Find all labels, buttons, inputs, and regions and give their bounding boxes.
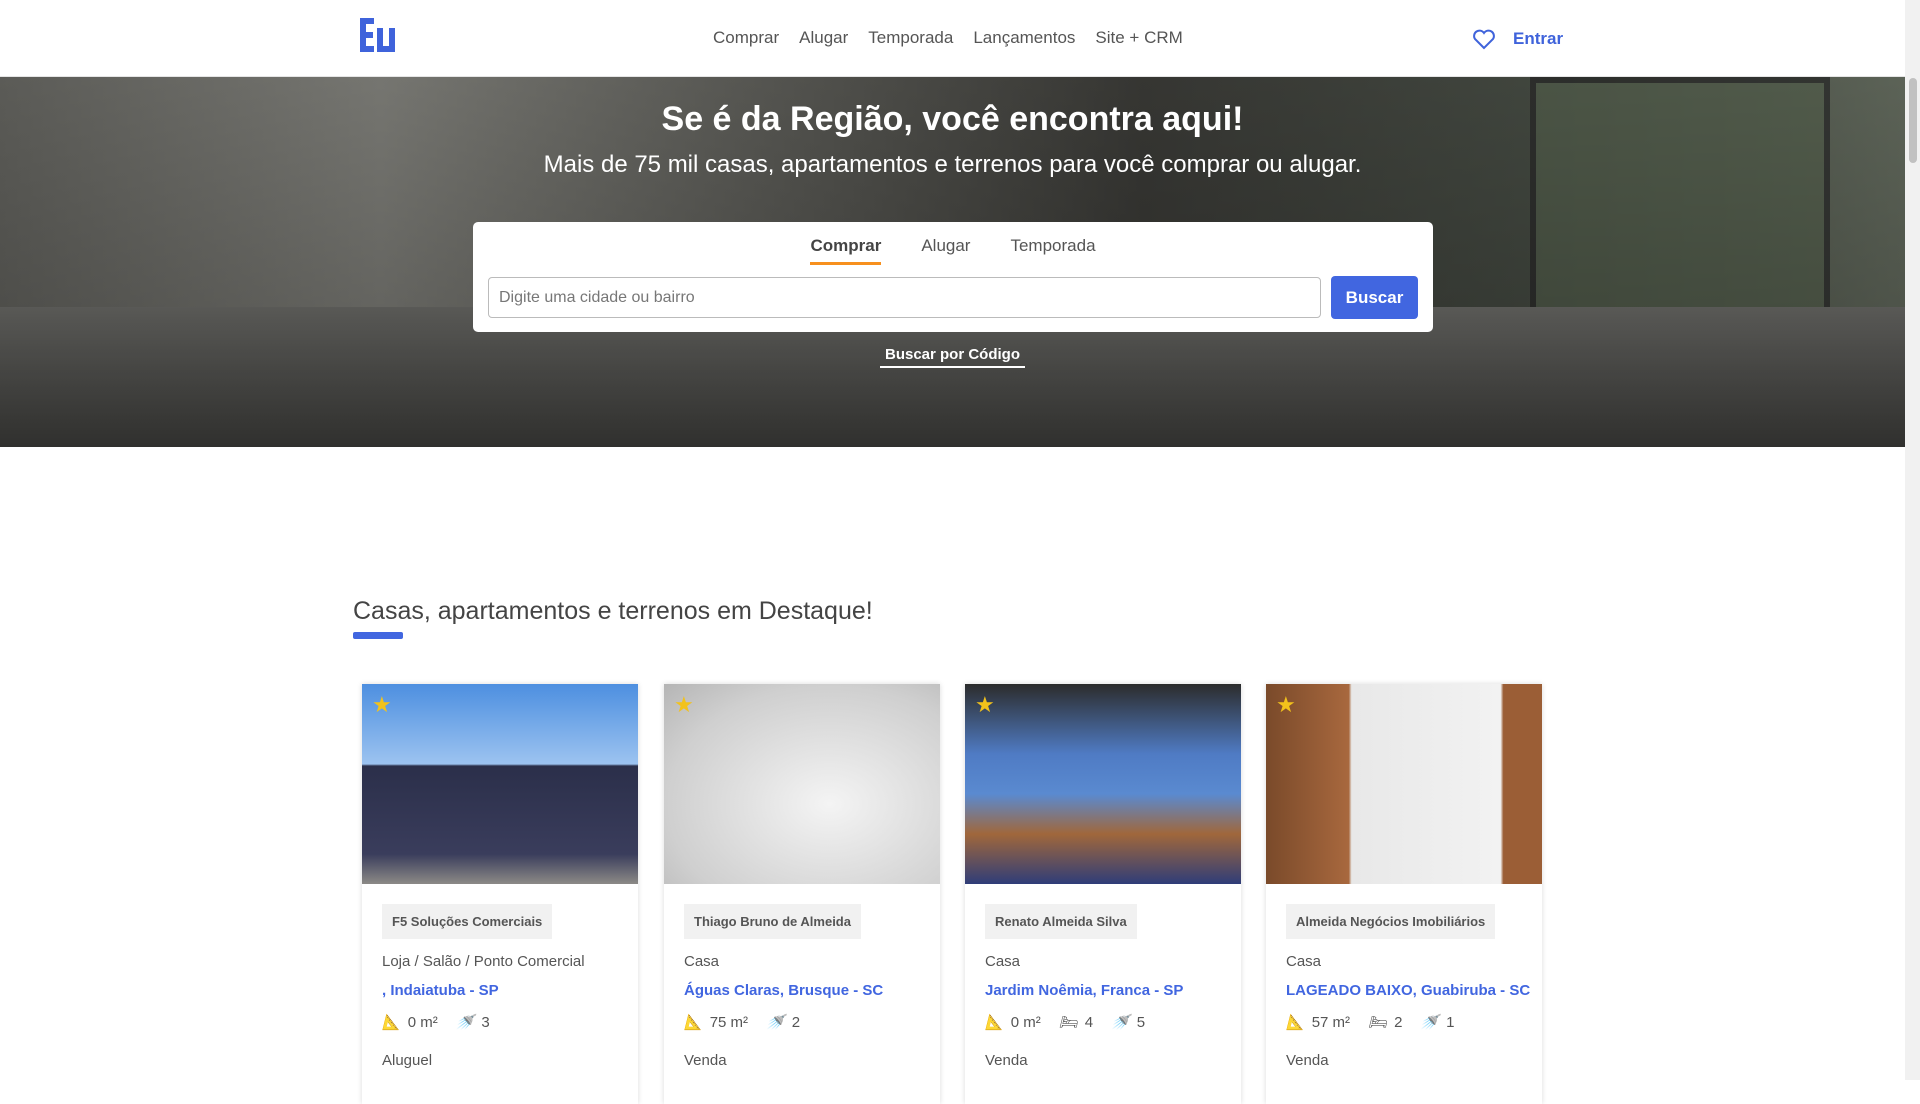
- agency-badge: Almeida Negócios Imobiliários: [1286, 904, 1496, 939]
- area-value: 0 m²: [407, 1013, 438, 1031]
- bathrooms-value: 1: [1446, 1013, 1455, 1031]
- search-box: Comprar Alugar Temporada Buscar: [473, 222, 1433, 332]
- property-card[interactable]: ★ F5 Soluções Comerciais Loja / Salão / …: [362, 684, 638, 1104]
- area-value: 75 m²: [709, 1013, 749, 1031]
- area-value: 0 m²: [1010, 1013, 1041, 1031]
- property-card[interactable]: ★ Almeida Negócios Imobiliários Casa LAG…: [1266, 684, 1542, 1104]
- shower-icon: 🚿: [1111, 1014, 1130, 1031]
- bathrooms-value: 2: [791, 1013, 801, 1031]
- logo[interactable]: [360, 18, 401, 52]
- property-type: Casa: [985, 953, 1021, 970]
- featured-star-icon: ★: [975, 692, 995, 717]
- favorites-heart-icon[interactable]: [1472, 28, 1496, 50]
- deal-type: Venda: [684, 1052, 727, 1069]
- nav-temporada[interactable]: Temporada: [868, 28, 953, 48]
- tab-temporada[interactable]: Temporada: [1010, 236, 1095, 265]
- deal-type: Venda: [1286, 1052, 1329, 1069]
- property-location[interactable]: Jardim Noêmia, Franca - SP: [985, 982, 1183, 999]
- shower-icon: 🚿: [455, 1014, 475, 1031]
- login-link[interactable]: Entrar: [1513, 29, 1563, 49]
- featured-star-icon: ★: [372, 692, 392, 717]
- nav-comprar[interactable]: Comprar: [713, 28, 779, 48]
- deal-type: Aluguel: [382, 1052, 433, 1069]
- search-tabs: Comprar Alugar Temporada: [473, 236, 1433, 265]
- property-location[interactable]: , Indaiatuba - SP: [382, 982, 499, 999]
- property-photo[interactable]: ★: [1266, 684, 1542, 884]
- top-nav: Comprar Alugar Temporada Lançamentos Sit…: [0, 0, 1905, 77]
- hero-subtitle: Mais de 75 mil casas, apartamentos e ter…: [543, 151, 1362, 178]
- featured-title: Casas, apartamentos e terrenos em Destaq…: [353, 597, 873, 625]
- tab-comprar[interactable]: Comprar: [810, 236, 882, 265]
- agency-badge: F5 Soluções Comerciais: [382, 904, 553, 939]
- property-location[interactable]: LAGEADO BAIXO, Guabiruba - SC: [1286, 982, 1530, 999]
- hero-title: Se é da Região, você encontra aqui!: [661, 100, 1244, 138]
- property-features: 📐 57 m² 🛏 2 🚿 1: [1286, 1013, 1455, 1032]
- area-icon: 📐: [985, 1014, 1004, 1031]
- tab-alugar[interactable]: Alugar: [921, 236, 970, 265]
- area-icon: 📐: [382, 1014, 401, 1031]
- featured-star-icon: ★: [674, 692, 694, 717]
- area-icon: 📐: [684, 1014, 703, 1031]
- nav-lancamentos[interactable]: Lançamentos: [973, 28, 1075, 48]
- property-card[interactable]: ★ Renato Almeida Silva Casa Jardim Noêmi…: [965, 684, 1241, 1104]
- code-search-wrap: Buscar por Código: [0, 346, 1905, 368]
- property-features: 📐 0 m² 🛏 4 🚿 5: [985, 1013, 1146, 1032]
- property-type: Loja / Salão / Ponto Comercial: [382, 953, 585, 970]
- property-location[interactable]: Águas Claras, Brusque - SC: [684, 982, 883, 999]
- bed-icon: 🛏: [1058, 1014, 1078, 1031]
- property-photo[interactable]: ★: [965, 684, 1241, 884]
- agency-badge: Renato Almeida Silva: [985, 904, 1137, 939]
- nav-site-crm[interactable]: Site + CRM: [1095, 28, 1182, 48]
- featured-star-icon: ★: [1276, 692, 1296, 717]
- nav-alugar[interactable]: Alugar: [799, 28, 848, 48]
- shower-icon: 🚿: [1420, 1014, 1440, 1031]
- bathrooms-value: 5: [1136, 1013, 1146, 1031]
- main-menu: Comprar Alugar Temporada Lançamentos Sit…: [713, 28, 1183, 48]
- property-type: Casa: [684, 953, 720, 970]
- property-card[interactable]: ★ Thiago Bruno de Almeida Casa Águas Cla…: [664, 684, 940, 1104]
- search-input[interactable]: [488, 277, 1321, 318]
- area-icon: 📐: [1286, 1014, 1305, 1031]
- property-features: 📐 0 m² 🚿 3: [382, 1013, 490, 1032]
- property-photo[interactable]: ★: [664, 684, 940, 884]
- agency-badge: Thiago Bruno de Almeida: [684, 904, 861, 939]
- shower-icon: 🚿: [766, 1014, 785, 1031]
- bedrooms-value: 2: [1394, 1013, 1403, 1031]
- title-underline: [353, 632, 403, 639]
- area-value: 57 m²: [1311, 1013, 1351, 1031]
- bedrooms-value: 4: [1084, 1013, 1094, 1031]
- property-type: Casa: [1286, 953, 1322, 970]
- search-button[interactable]: Buscar: [1331, 276, 1418, 319]
- bed-icon: 🛏: [1368, 1014, 1388, 1031]
- search-by-code-link[interactable]: Buscar por Código: [879, 346, 1025, 368]
- bathrooms-value: 3: [481, 1013, 490, 1031]
- scrollbar-thumb[interactable]: [1909, 78, 1917, 163]
- deal-type: Venda: [985, 1052, 1028, 1069]
- property-features: 📐 75 m² 🚿 2: [684, 1013, 801, 1032]
- property-photo[interactable]: ★: [362, 684, 638, 884]
